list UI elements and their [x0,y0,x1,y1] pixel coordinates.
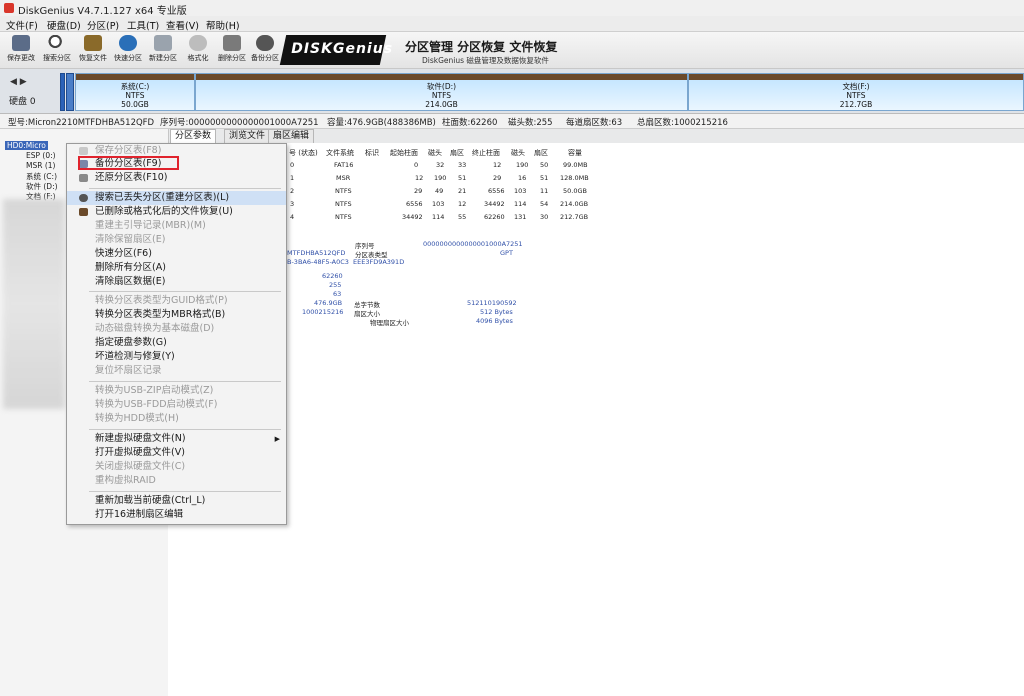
highlight-box [78,156,179,170]
recover-icon [79,208,88,216]
tree-disk-0[interactable]: HD0:Micro [5,141,48,150]
menu-separator [89,429,281,430]
slogan: 分区管理 分区恢复 文件恢复 [405,40,558,54]
disk-info-bar: 型号:Micron2210MTFDHBA512QFD 序列号:000000000… [0,114,1024,129]
menu-help[interactable]: 帮助(H) [206,18,240,32]
slogan-sub: DiskGenius 磁盘管理及数据恢复软件 [422,56,549,65]
format-button[interactable]: 格式化 [182,35,214,67]
partition-bar [689,74,1023,80]
menu-convert-to-guid[interactable]: 转换分区表类型为GUID格式(P) [67,294,286,308]
menu-specify-disk-params[interactable]: 指定硬盘参数(G) [67,336,286,350]
tab-partition-params[interactable]: 分区参数 [170,129,217,143]
menu-tools[interactable]: 工具(T) [127,18,159,32]
menu-separator [89,491,281,492]
menu-delete-all-partitions[interactable]: 删除所有分区(A) [67,261,286,275]
disk-map: ◀ ▶ 硬盘 0 系统(C:) NTFS 50.0GB 软件(D:) NTFS … [0,69,1024,114]
disk-cylinders: 柱面数:62260 [442,118,498,128]
disk-total-sectors: 总扇区数:1000215216 [637,118,728,128]
menu-reload-disk[interactable]: 重新加载当前硬盘(Ctrl_L) [67,494,286,508]
menu-quick-partition[interactable]: 快速分区(F6) [67,247,286,261]
disk-label: 硬盘 0 [9,97,36,107]
save-button[interactable]: 保存更改 [5,35,37,67]
tree-esp[interactable]: ESP (0:) [26,151,56,160]
window-title: DiskGenius V4.7.1.127 x64 专业版 [18,6,187,17]
menu-rebuild-raid[interactable]: 重构虚拟RAID [67,474,286,488]
menu-restore-partition-table[interactable]: 还原分区表(F10) [67,171,286,185]
menu-view[interactable]: 查看(V) [166,18,199,32]
menu-reset-bad-sectors[interactable]: 复位坏扇区记录 [67,364,286,378]
delete-icon [223,35,241,51]
menu-rebuild-mbr[interactable]: 重建主引导记录(MBR)(M) [67,219,286,233]
partition-bar [76,74,194,80]
menu-hdd-mode[interactable]: 转换为HDD模式(H) [67,412,286,426]
format-icon [189,35,207,51]
menu-search-lost-partitions[interactable]: 搜索已丢失分区(重建分区表)(L) [67,191,286,205]
menu-partition[interactable]: 分区(P) [87,18,119,32]
tree-msr[interactable]: MSR (1) [26,161,55,170]
partition-msr[interactable] [66,73,74,111]
disk-nav-arrows[interactable]: ◀ ▶ [10,77,27,87]
disk-spt: 每道扇区数:63 [566,118,623,128]
recover-files-button[interactable]: 恢复文件 [77,35,109,67]
menu-disk[interactable]: 硬盘(D) [47,18,81,32]
partition-f[interactable]: 文档(F:) NTFS 212.7GB [688,73,1024,111]
backup-partition-button[interactable]: 备份分区 [249,35,281,67]
menu-separator [89,291,281,292]
recover-icon [84,35,102,51]
submenu-arrow-icon: ▶ [274,435,280,443]
save-icon [79,147,88,155]
partition-bar [196,74,687,80]
disk-capacity: 容量:476.9GB(488386MB) [327,118,436,128]
search-icon [79,194,88,202]
new-partition-icon [154,35,172,51]
brand-logo: DISKGenius [279,35,393,65]
disk-model: 型号:Micron2210MTFDHBA512QFD [8,118,155,128]
menu-separator [89,188,281,189]
menu-usb-zip[interactable]: 转换为USB-ZIP启动模式(Z) [67,384,286,398]
blurred-region [3,199,65,409]
menu-close-virtual-disk[interactable]: 关闭虚拟硬盘文件(C) [67,460,286,474]
tab-sector-edit[interactable]: 扇区编辑 [268,129,315,143]
menu-clear-reserved-sectors[interactable]: 清除保留扇区(E) [67,233,286,247]
partition-d[interactable]: 软件(D:) NTFS 214.0GB [195,73,688,111]
title-bar: DiskGenius V4.7.1.127 x64 专业版 [0,0,1024,17]
menu-clear-sector-data[interactable]: 清除扇区数据(E) [67,275,286,289]
quick-partition-icon [119,35,137,51]
menu-dynamic-to-basic[interactable]: 动态磁盘转换为基本磁盘(D) [67,322,286,336]
quick-partition-button[interactable]: 快速分区 [112,35,144,67]
content-area [168,143,1024,696]
delete-partition-button[interactable]: 删除分区 [216,35,248,67]
menu-new-virtual-disk[interactable]: 新建虚拟硬盘文件(N) ▶ [67,432,286,446]
search-partition-button[interactable]: 搜索分区 [41,35,73,67]
menu-open-virtual-disk[interactable]: 打开虚拟硬盘文件(V) [67,446,286,460]
new-partition-button[interactable]: 新建分区 [147,35,179,67]
disk-heads: 磁头数:255 [508,118,553,128]
app-icon [4,3,14,13]
menu-hex-sector-edit[interactable]: 打开16进制扇区编辑 [67,508,286,522]
tab-browse-files[interactable]: 浏览文件 [224,129,271,143]
save-icon [12,35,30,51]
menu-usb-fdd[interactable]: 转换为USB-FDD启动模式(F) [67,398,286,412]
menu-separator [89,381,281,382]
restore-icon [79,174,88,182]
menu-bar: 文件(F) 硬盘(D) 分区(P) 工具(T) 查看(V) 帮助(H) [0,16,1024,32]
menu-convert-to-mbr[interactable]: 转换分区表类型为MBR格式(B) [67,308,286,322]
menu-file[interactable]: 文件(F) [6,18,38,32]
search-icon [48,35,66,51]
menu-recover-deleted-files[interactable]: 已删除或格式化后的文件恢复(U) [67,205,286,219]
context-menu: 保存分区表(F8) 备份分区表(F9) 还原分区表(F10) 搜索已丢失分区(重… [66,143,287,525]
disk-serial: 序列号:0000000000000001000A7251 [160,118,319,128]
backup-icon [256,35,274,51]
partition-esp[interactable] [60,73,65,111]
menu-bad-sector-check[interactable]: 坏道检测与修复(Y) [67,350,286,364]
partition-c[interactable]: 系统(C:) NTFS 50.0GB [75,73,195,111]
